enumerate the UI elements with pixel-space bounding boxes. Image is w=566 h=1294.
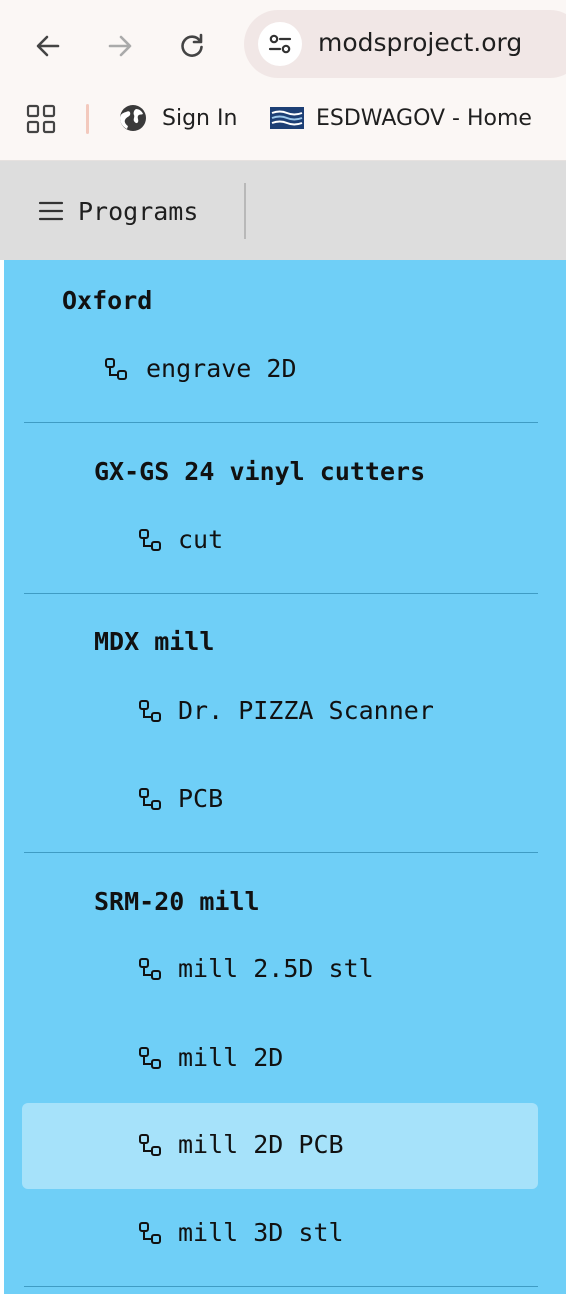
program-item-label: engrave 2D: [146, 354, 297, 383]
bookmark-label: Sign In: [162, 105, 238, 131]
apps-grid-icon[interactable]: [26, 104, 56, 134]
program-item-label: mill 2D: [178, 1043, 284, 1072]
esdwagov-logo-icon: [270, 107, 304, 129]
group-divider: [24, 593, 538, 594]
program-item-dr-pizza-scanner[interactable]: Dr. PIZZA Scanner: [22, 669, 538, 755]
app-header: Programs: [0, 161, 566, 260]
address-bar[interactable]: modsproject.org: [244, 10, 566, 78]
arrow-left-icon: [36, 35, 60, 57]
program-item-label: mill 3D stl: [178, 1218, 344, 1247]
program-node-icon: [139, 700, 161, 722]
header-separator: [244, 183, 246, 239]
bookmarks-bar: Sign In ESDWAGOV - Home: [0, 92, 566, 144]
group-title-oxford: Oxford: [62, 286, 153, 315]
program-node-icon: [139, 958, 161, 980]
program-item-label: PCB: [178, 784, 224, 813]
programs-menu-button[interactable]: Programs: [38, 189, 198, 233]
tune-icon: [268, 34, 292, 54]
program-item-label: mill 2D PCB: [178, 1130, 344, 1159]
program-node-icon: [105, 358, 127, 380]
program-node-icon: [139, 1222, 161, 1244]
bookmark-label: ESDWAGOV - Home: [316, 105, 532, 131]
program-item-label: Dr. PIZZA Scanner: [178, 696, 434, 725]
back-button[interactable]: [26, 24, 70, 68]
program-item-mill-2d[interactable]: mill 2D: [22, 1016, 538, 1102]
program-node-icon: [139, 1047, 161, 1069]
url-text: modsproject.org: [318, 28, 523, 57]
programs-menu-label: Programs: [78, 196, 199, 226]
browser-chrome: modsproject.org Sign In ESDWAGOV - Home: [0, 0, 566, 161]
forward-button[interactable]: [98, 24, 142, 68]
group-title-gx-gs-24: GX-GS 24 vinyl cutters: [94, 457, 426, 486]
bookmark-esdwagov-home[interactable]: ESDWAGOV - Home: [270, 92, 532, 144]
program-item-label: mill 2.5D stl: [178, 954, 374, 983]
programs-panel: Oxford engrave 2D GX-GS 24 vinyl cutters…: [4, 260, 566, 1294]
program-node-icon: [139, 1134, 161, 1156]
hamburger-icon: [38, 201, 64, 221]
program-item-mill-2-5d-stl[interactable]: mill 2.5D stl: [22, 927, 538, 1013]
bookmark-sign-in[interactable]: Sign In: [118, 92, 237, 144]
site-settings-button[interactable]: [258, 22, 302, 66]
program-node-icon: [139, 529, 161, 551]
group-title-mdx-mill: MDX mill: [94, 627, 215, 656]
program-item-mill-2d-pcb[interactable]: mill 2D PCB: [22, 1103, 538, 1189]
reload-icon: [181, 33, 203, 57]
program-item-engrave-2d[interactable]: engrave 2D: [22, 327, 538, 413]
program-item-mill-3d-stl[interactable]: mill 3D stl: [22, 1191, 538, 1277]
program-node-icon: [139, 788, 161, 810]
program-item-label: cut: [178, 525, 224, 554]
program-item-cut[interactable]: cut: [22, 498, 538, 584]
program-item-pcb[interactable]: PCB: [22, 757, 538, 843]
globe-icon: [120, 105, 146, 131]
bookmarks-divider: [86, 104, 89, 134]
group-divider: [24, 422, 538, 423]
arrow-right-icon: [108, 35, 132, 57]
group-divider: [24, 852, 538, 853]
group-title-srm-20-mill: SRM-20 mill: [94, 887, 260, 916]
reload-button[interactable]: [170, 24, 214, 68]
group-divider: [24, 1286, 538, 1287]
